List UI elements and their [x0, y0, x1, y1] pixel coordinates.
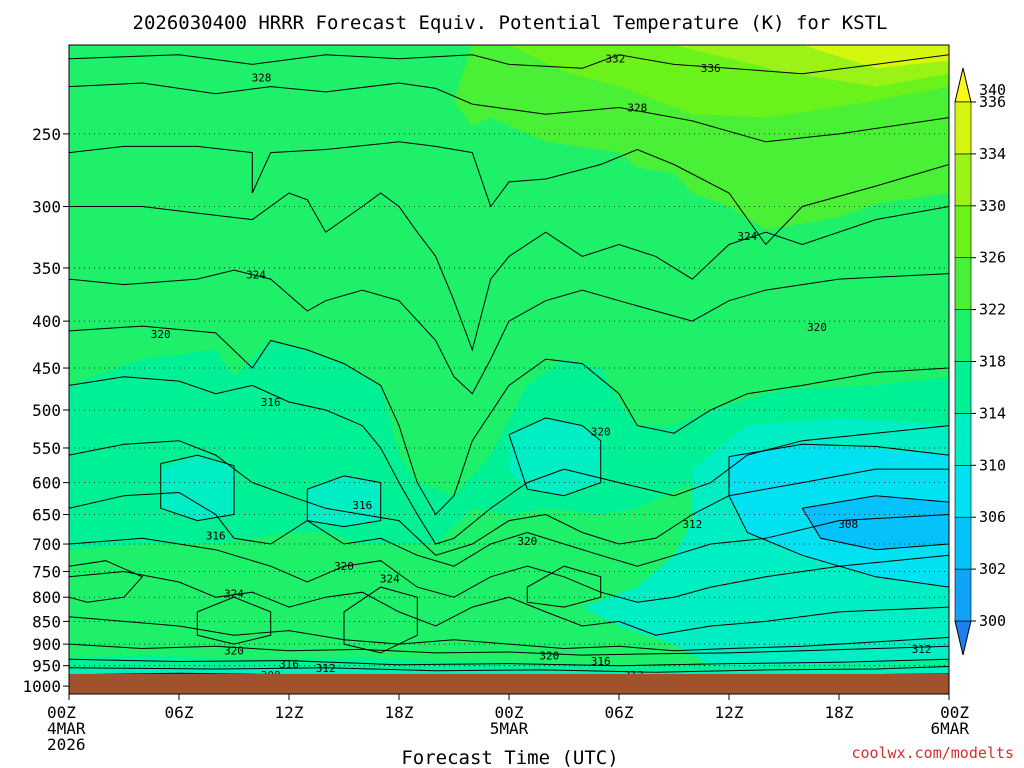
y-tick-label: 550 [32, 439, 61, 458]
y-tick-label: 800 [32, 588, 61, 607]
y-axis: 250 300 350 400 450 500 550 600 650 700 750 800 850 9… [22, 125, 69, 696]
contour-label: 324 [737, 230, 757, 243]
y-tick-label: 1000 [22, 677, 61, 696]
x-tick-label: 12Z [275, 703, 304, 722]
y-tick-label: 750 [32, 563, 61, 582]
region-314 [160, 455, 234, 521]
y-tick-label: 650 [32, 506, 61, 525]
colorbar-swatch [954, 361, 972, 414]
contour-label: 312 [316, 662, 336, 675]
credit-text: coolwx.com/modelts [851, 744, 1014, 762]
colorbar: 300302306310314318322326330334336340 [954, 67, 1006, 656]
contour-label: 328 [252, 71, 272, 84]
y-tick-label: 300 [32, 198, 61, 217]
y-tick-label: 700 [32, 535, 61, 554]
colorbar-swatch [954, 153, 972, 207]
colorbar-swatch [954, 568, 972, 622]
y-tick-label: 600 [32, 474, 61, 493]
contour-label: 324 [224, 588, 244, 601]
colorbar-swatch [954, 516, 972, 570]
colorbar-label: 330 [979, 197, 1006, 215]
contour-label: 316 [352, 499, 372, 512]
colorbar-label: 334 [979, 145, 1006, 163]
contour-label: 312 [682, 518, 702, 531]
colorbar-label: 302 [979, 560, 1006, 578]
colorbar-swatch [954, 101, 972, 155]
colorbar-label: 322 [979, 301, 1006, 319]
x-tick-label: 18Z [385, 703, 414, 722]
colorbar-swatch [954, 413, 972, 466]
x-tick-label: 6MAR [930, 719, 969, 738]
x-tick-label: 18Z [825, 703, 854, 722]
colorbar-label: 326 [979, 249, 1006, 267]
y-tick-label: 500 [32, 401, 61, 420]
y-tick-label: 350 [32, 259, 61, 278]
colorbar-swatch [954, 205, 972, 259]
x-axis-label: Forecast Time (UTC) [401, 747, 618, 768]
y-tick-label: 950 [32, 657, 61, 676]
plot-area: 328 332 336 328 324 324 320 320 316 320 316 312 308 3… [69, 45, 949, 675]
x-tick-label: 5MAR [490, 719, 529, 738]
x-axis: 00Z4MAR202606Z 12Z 18Z 00Z5MAR06Z 12Z 18Z 00Z6… [47, 694, 969, 754]
colorbar-label: 306 [979, 508, 1006, 526]
chart-title: 2026030400 HRRR Forecast Equiv. Potentia… [133, 12, 888, 34]
contour-label: 332 [605, 53, 625, 66]
contour-label: 312 [912, 643, 932, 656]
colorbar-label: 310 [979, 456, 1006, 474]
x-tick-label: 2026 [47, 735, 86, 754]
colorbar-swatch [954, 464, 972, 518]
colorbar-swatch [954, 257, 972, 310]
x-tick-label: 12Z [715, 703, 744, 722]
contour-label: 320 [151, 328, 171, 341]
y-tick-label: 400 [32, 312, 61, 331]
contour-label: 336 [701, 62, 721, 75]
contour-label: 316 [261, 396, 281, 409]
contour-label: 328 [627, 102, 647, 115]
x-tick-label: 06Z [605, 703, 634, 722]
contour-label: 308 [838, 518, 858, 531]
contour-label: 316 [279, 658, 299, 671]
colorbar-bottom-arrow [954, 620, 972, 656]
chart-canvas: 2026030400 HRRR Forecast Equiv. Potentia… [22, 12, 1014, 768]
y-tick-label: 250 [32, 125, 61, 144]
contour-label: 324 [380, 572, 400, 585]
colorbar-label: 314 [979, 404, 1006, 422]
colorbar-swatch [954, 309, 972, 362]
contour-label: 316 [591, 655, 611, 668]
ground-strip [69, 674, 949, 694]
contour-label: 320 [591, 426, 611, 439]
contour-label: 324 [246, 269, 266, 282]
y-tick-label: 450 [32, 359, 61, 378]
colorbar-top-arrow [954, 67, 972, 103]
contour-label: 320 [539, 649, 559, 662]
colorbar-label: 340 [979, 81, 1006, 99]
y-tick-label: 850 [32, 612, 61, 631]
contour-label: 316 [206, 529, 226, 542]
x-tick-label: 06Z [165, 703, 194, 722]
contour-label: 320 [807, 321, 827, 334]
colorbar-label: 318 [979, 353, 1006, 371]
y-tick-label: 900 [32, 635, 61, 654]
contour-label: 320 [224, 645, 244, 658]
contour-label: 320 [334, 560, 354, 573]
contour-label: 320 [517, 535, 537, 548]
colorbar-label: 300 [979, 612, 1006, 630]
